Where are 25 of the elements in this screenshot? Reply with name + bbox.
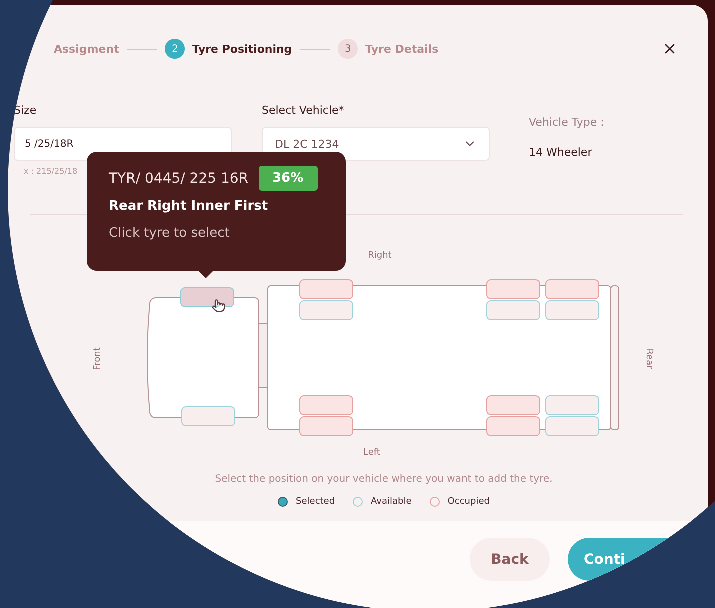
tyre-position: Rear Right Inner First [109, 199, 270, 214]
vehicle-select[interactable]: DL 2C 1234 [262, 127, 490, 161]
step-number: 3 [338, 39, 358, 59]
hand-cursor-icon [212, 300, 226, 312]
field-label: Select Vehicle* [262, 104, 346, 119]
back-button[interactable]: Back [470, 538, 550, 581]
percentage-badge: 36% [258, 166, 318, 191]
field-hint: x : 215/25/18 [24, 167, 78, 176]
legend-label: Available [371, 497, 412, 507]
side-label: Left [364, 448, 380, 458]
vehicle-type-value: 14 Wheeler [529, 146, 594, 159]
step-label[interactable]: Assigment [54, 42, 120, 56]
tyre-slot[interactable] [180, 288, 234, 308]
tooltip-hint: Click tyre to select [109, 226, 231, 241]
legend-label: Selected [296, 497, 336, 507]
side-label: Rear [644, 348, 654, 370]
step-label[interactable]: Tyre Positioning [192, 42, 292, 56]
tyre-code: TYR/ 0445/ 225 16R [109, 170, 249, 186]
instruction-text: Select the position on your vehicle where you want to add the tyre. [214, 474, 554, 485]
side-label: Right [368, 251, 392, 261]
legend-label: Occupied [448, 497, 490, 507]
step-label[interactable]: Tyre Details [365, 42, 439, 56]
field-label: Vehicle Type : [529, 116, 606, 129]
side-label: Front [93, 348, 103, 370]
step-number: 2 [165, 39, 186, 59]
